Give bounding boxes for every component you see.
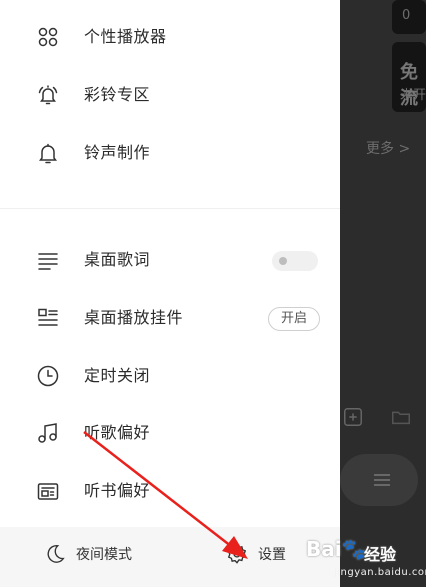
menu-item-personal-player[interactable]: 个性播放器 bbox=[0, 16, 340, 60]
menu-item-audiobook-preference[interactable]: 听书偏好 bbox=[0, 470, 340, 514]
enable-widget-button[interactable]: 开启 bbox=[268, 307, 320, 331]
music-note-icon bbox=[35, 420, 61, 446]
bg-number: 0 bbox=[402, 8, 411, 23]
playlist-icon bbox=[374, 474, 390, 486]
bg-more-link: 更多 > bbox=[366, 141, 411, 157]
settings-button[interactable]: 设置 bbox=[226, 543, 286, 565]
add-playlist-icon bbox=[344, 408, 362, 426]
side-drawer: 个性播放器 彩铃专区 铃声制作 桌面歌词 桌面播放挂件 开启 定时关闭 听歌偏好… bbox=[0, 0, 340, 587]
menu-item-label: 铃声制作 bbox=[84, 143, 151, 162]
bg-card-sub: 未开 bbox=[400, 88, 426, 103]
dimmed-background[interactable]: 0 免流 未开 更多 > bbox=[340, 0, 426, 587]
lyrics-lines-icon bbox=[35, 247, 61, 273]
menu-item-label: 彩铃专区 bbox=[84, 85, 151, 104]
clock-icon bbox=[35, 363, 61, 389]
menu-item-music-preference[interactable]: 听歌偏好 bbox=[0, 412, 340, 456]
menu-item-label: 听书偏好 bbox=[84, 481, 151, 500]
drawer-bottom-bar: 夜间模式 设置 bbox=[0, 527, 340, 587]
watermark-logo: Bai🐾 bbox=[306, 537, 367, 561]
player-skin-icon bbox=[35, 24, 61, 50]
desktop-lyrics-toggle[interactable] bbox=[272, 251, 318, 271]
gear-icon bbox=[227, 544, 247, 564]
watermark-text: 经验 bbox=[364, 545, 397, 564]
folder-icon bbox=[392, 411, 410, 425]
moon-icon bbox=[47, 545, 65, 563]
menu-item-label: 定时关闭 bbox=[84, 366, 151, 385]
menu-item-ringback-zone[interactable]: 彩铃专区 bbox=[0, 74, 340, 118]
settings-label: 设置 bbox=[258, 547, 286, 563]
menu-item-label: 个性播放器 bbox=[84, 27, 167, 46]
widget-list-icon bbox=[35, 305, 61, 331]
radio-book-icon bbox=[35, 478, 61, 504]
menu-item-sleep-timer[interactable]: 定时关闭 bbox=[0, 355, 340, 399]
ringing-bell-icon bbox=[35, 82, 61, 108]
baidu-jingyan-watermark: Bai🐾 经验 jingyan.baidu.com bbox=[306, 535, 426, 585]
night-mode-button[interactable]: 夜间模式 bbox=[44, 543, 132, 565]
menu-item-label: 桌面歌词 bbox=[84, 250, 151, 269]
watermark-url: jingyan.baidu.com bbox=[334, 567, 426, 578]
night-mode-label: 夜间模式 bbox=[76, 547, 132, 563]
menu-item-label: 听歌偏好 bbox=[84, 423, 151, 442]
toggle-knob bbox=[279, 257, 287, 265]
bell-icon bbox=[35, 140, 61, 166]
menu-item-ringtone-maker[interactable]: 铃声制作 bbox=[0, 132, 340, 176]
menu-item-label: 桌面播放挂件 bbox=[84, 308, 184, 327]
section-divider bbox=[0, 208, 340, 209]
